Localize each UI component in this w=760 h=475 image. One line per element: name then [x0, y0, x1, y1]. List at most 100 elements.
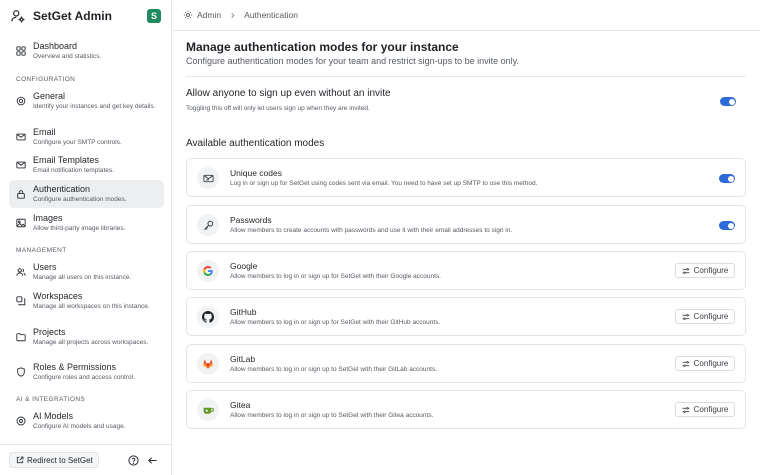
sidebar-item-label: Roles & Permissions	[33, 362, 117, 372]
top-bar: Admin Authentication	[172, 0, 760, 31]
sidebar-item-label: Projects	[33, 327, 66, 337]
auth-mode-gitea: Gitea Allow members to log in or sign up…	[186, 390, 746, 429]
breadcrumb-current: Authentication	[244, 10, 298, 20]
auth-mode-name: Unique codes	[230, 168, 282, 178]
auth-mode-unique-codes: Unique codes Log in or sign up for SetGe…	[186, 158, 746, 197]
mail-icon	[15, 131, 27, 143]
sidebar-item-workspaces[interactable]: Workspaces Manage all workspaces on this …	[9, 291, 164, 319]
passwords-toggle[interactable]	[719, 221, 735, 230]
sidebar-item-email-templates[interactable]: Email Templates Email notification templa…	[9, 155, 164, 177]
sidebar-item-desc: Configure authentication modes.	[33, 196, 127, 203]
redirect-button[interactable]: Redirect to SetGet	[9, 452, 99, 468]
external-link-icon	[15, 456, 24, 465]
sidebar-item-desc: Manage all projects across workspaces.	[33, 339, 149, 346]
breadcrumb-root[interactable]: Admin	[197, 10, 221, 20]
mail-icon	[197, 167, 219, 189]
ai-icon	[15, 415, 27, 427]
signup-setting-desc: Toggling this off will only let users si…	[186, 105, 370, 112]
configure-label: Configure	[693, 359, 729, 368]
google-icon	[197, 260, 219, 282]
grid-icon	[15, 45, 27, 57]
auth-mode-google: Google Allow members to log in or sign u…	[186, 251, 746, 290]
unique-codes-toggle[interactable]	[719, 174, 735, 183]
user-settings-icon	[10, 8, 26, 24]
auth-mode-passwords: Passwords Allow members to create accoun…	[186, 205, 746, 244]
sidebar-item-desc: Configure your SMTP controls.	[33, 139, 122, 146]
sidebar-item-label: Users	[33, 262, 57, 272]
breadcrumb: Admin Authentication	[183, 10, 298, 20]
divider	[186, 76, 746, 77]
auth-mode-desc: Log in or sign up for SetGet using codes…	[230, 180, 538, 187]
sidebar-item-authentication[interactable]: Authentication Configure authentication m…	[9, 180, 164, 208]
available-modes-title: Available authentication modes	[186, 138, 325, 149]
auth-mode-desc: Allow members to log in or sign up for S…	[230, 273, 441, 280]
sidebar-item-desc: Identify your instances and get key deta…	[33, 103, 156, 110]
configure-label: Configure	[693, 266, 729, 275]
auth-mode-desc: Allow members to log in or sign up to Se…	[230, 366, 438, 373]
collapse-sidebar-icon[interactable]	[147, 454, 159, 466]
auth-mode-desc: Allow members to create accounts with pa…	[230, 227, 513, 234]
gear-icon	[183, 10, 193, 20]
page-title: Manage authentication modes for your ins…	[186, 40, 459, 54]
sidebar-item-dashboard[interactable]: Dashboard Overview and statistics.	[9, 41, 164, 64]
sliders-icon	[682, 313, 690, 321]
auth-mode-name: Gitea	[230, 400, 251, 410]
signup-setting-title: Allow anyone to sign up even without an …	[186, 88, 391, 99]
lock-icon	[15, 188, 27, 200]
app-title: SetGet Admin	[33, 8, 112, 23]
workspaces-icon	[15, 295, 27, 307]
sidebar-item-desc: Email notification templates.	[33, 167, 114, 174]
sidebar-item-projects[interactable]: Projects Manage all projects across works…	[9, 327, 164, 355]
redirect-label: Redirect to SetGet	[27, 455, 93, 465]
sidebar-item-desc: Configure AI models and usage.	[33, 423, 126, 430]
sliders-icon	[682, 267, 690, 275]
sidebar-item-desc: Manage all users on this instance.	[33, 274, 132, 281]
configure-label: Configure	[693, 312, 729, 321]
sidebar-item-users[interactable]: Users Manage all users on this instance.	[9, 262, 164, 284]
sidebar-item-images[interactable]: Images Allow third-party image libraries.	[9, 213, 164, 235]
auth-mode-name: GitHub	[230, 307, 257, 317]
admin-app: SetGet Admin S Dashboard Overview and sta…	[0, 0, 760, 475]
sidebar-item-desc: Manage all workspaces on this instance.	[33, 303, 150, 310]
gitea-configure-button[interactable]: Configure	[675, 402, 735, 417]
shield-icon	[15, 366, 27, 378]
auth-mode-desc: Allow members to log in or sign up for S…	[230, 319, 441, 326]
gitea-icon	[197, 399, 219, 421]
sidebar-item-roles-permissions[interactable]: Roles & Permissions Configure roles and a…	[9, 362, 164, 384]
settings-icon	[15, 95, 27, 107]
mail-template-icon	[15, 159, 27, 171]
avatar[interactable]: S	[147, 8, 161, 23]
chevron-right-icon	[229, 12, 236, 19]
section-label-ai: AI & INTEGRATIONS	[16, 396, 86, 403]
sliders-icon	[682, 406, 690, 414]
sidebar-item-label: Authentication	[33, 184, 91, 194]
auth-mode-gitlab: GitLab Allow members to log in or sign u…	[186, 344, 746, 383]
sidebar-item-label: Workspaces	[33, 291, 83, 301]
sidebar-item-email[interactable]: Email Configure your SMTP controls.	[9, 127, 164, 149]
sidebar-item-label: Images	[33, 213, 63, 223]
gitlab-icon	[197, 353, 219, 375]
sidebar-item-ai-models[interactable]: AI Models Configure AI models and usage.	[9, 411, 164, 433]
help-icon[interactable]	[128, 454, 140, 466]
google-configure-button[interactable]: Configure	[675, 263, 735, 278]
sliders-icon	[682, 360, 690, 368]
signup-toggle[interactable]	[720, 97, 736, 106]
auth-mode-name: Passwords	[230, 215, 272, 225]
github-configure-button[interactable]: Configure	[675, 309, 735, 324]
gitlab-configure-button[interactable]: Configure	[675, 356, 735, 371]
section-label-management: MANAGEMENT	[16, 247, 67, 254]
sidebar-item-desc: Configure roles and access control.	[33, 374, 135, 381]
sidebar-item-general[interactable]: General Identify your instances and get k…	[9, 91, 164, 119]
auth-mode-name: GitLab	[230, 354, 256, 364]
sidebar-item-label: Dashboard	[33, 41, 78, 51]
sidebar-item-label: AI Models	[33, 411, 74, 421]
sidebar-item-label: General	[33, 91, 66, 101]
sidebar-item-label: Email	[33, 127, 56, 137]
auth-mode-name: Google	[230, 261, 258, 271]
sidebar-item-desc: Allow third-party image libraries.	[33, 225, 126, 232]
sidebar-item-desc: Overview and statistics.	[33, 53, 102, 60]
auth-mode-github: GitHub Allow members to log in or sign u…	[186, 297, 746, 336]
users-icon	[15, 266, 27, 278]
sidebar: SetGet Admin S Dashboard Overview and sta…	[0, 0, 172, 475]
section-label-configuration: CONFIGURATION	[16, 76, 76, 83]
